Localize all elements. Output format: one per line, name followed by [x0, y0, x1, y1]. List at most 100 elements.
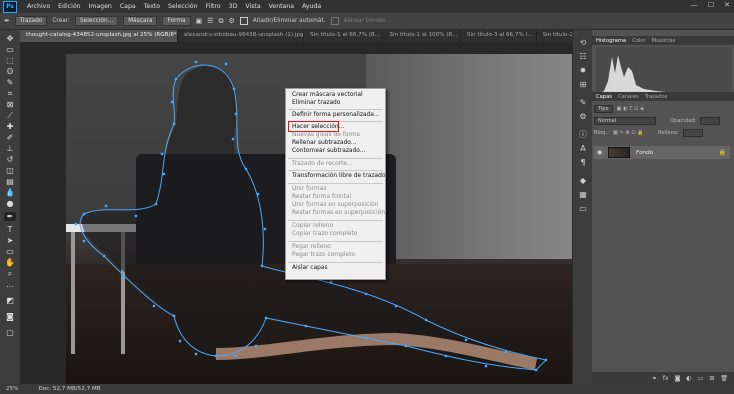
new-group-icon[interactable]: ▭: [698, 375, 704, 382]
move-tool-icon[interactable]: ✥: [4, 34, 16, 43]
gradient-tool-icon[interactable]: ▤: [4, 177, 16, 186]
menu-item-isolate-layers[interactable]: Aislar capas: [292, 265, 328, 271]
foreground-background-colors-icon[interactable]: ◩: [4, 296, 16, 305]
add-mask-icon[interactable]: ◙: [675, 375, 681, 382]
align-edges-checkbox[interactable]: [330, 17, 339, 25]
doc-tab[interactable]: alexandru-zdrobau-98438-unsplash (1).jpg: [178, 30, 305, 42]
history-brush-tool-icon[interactable]: ↺: [4, 155, 16, 164]
layer-row-background[interactable]: ◉ Fondo 🔒: [594, 146, 730, 159]
more-tools-icon[interactable]: ⋯: [4, 282, 16, 291]
document-info[interactable]: Doc: 52,7 MB/52,7 MB: [38, 386, 100, 392]
eraser-tool-icon[interactable]: ◫: [4, 166, 16, 175]
adjustment-layer-icon[interactable]: ◐: [686, 375, 691, 382]
menu-3d[interactable]: 3D: [225, 3, 242, 10]
selection-button[interactable]: Selección...: [75, 16, 119, 26]
doc-tab-active[interactable]: thought-catalog-434852-unsplash.jpg al 2…: [20, 30, 178, 42]
hand-tool-icon[interactable]: ✋: [4, 258, 16, 267]
tab-layers[interactable]: Capas: [596, 94, 612, 100]
menu-seleccion[interactable]: Selección: [164, 3, 202, 10]
path-selection-tool-icon[interactable]: ➤: [4, 236, 16, 245]
timeline-panel-icon[interactable]: ▭: [578, 204, 588, 213]
path-arrangement-icon[interactable]: ⧉: [218, 17, 223, 26]
paragraph-panel-icon[interactable]: ¶: [578, 158, 588, 167]
frame-tool-icon[interactable]: ⊠: [4, 100, 16, 109]
blur-tool-icon[interactable]: 💧: [4, 188, 16, 197]
screen-mode-icon[interactable]: ▢: [4, 328, 16, 337]
tab-swatches[interactable]: Muestras: [652, 38, 676, 44]
lock-icons[interactable]: ▦ ✎ ✥ ⊡ 🔒: [613, 130, 644, 136]
eyedropper-tool-icon[interactable]: ⟋: [4, 111, 16, 120]
settings-gear-icon[interactable]: ⚙: [228, 17, 234, 25]
brush-settings-panel-icon[interactable]: ⚙: [578, 112, 588, 121]
clone-stamp-tool-icon[interactable]: ⊥: [4, 144, 16, 153]
kind-filter-select[interactable]: Tipo: [594, 104, 613, 113]
blend-mode-select[interactable]: Normal: [594, 116, 656, 125]
mask-button[interactable]: Máscara: [123, 16, 158, 26]
shape-tool-icon[interactable]: ▭: [4, 247, 16, 256]
layer-style-icon[interactable]: fx: [663, 375, 669, 382]
menu-item-delete-path[interactable]: Eliminar trazado: [292, 100, 340, 106]
menu-item-fill-subpath[interactable]: Rellenar subtrazado...: [292, 140, 356, 146]
doc-tab[interactable]: Sin título-1 al 66,7% (R...: [304, 30, 384, 42]
menu-ayuda[interactable]: Ayuda: [298, 3, 325, 10]
close-button[interactable]: ✕: [724, 1, 730, 9]
lasso-tool-icon[interactable]: ʘ: [4, 67, 16, 76]
menu-ventana[interactable]: Ventana: [265, 3, 298, 10]
menu-item-define-custom-shape[interactable]: Definir forma personalizada...: [292, 112, 380, 118]
new-layer-icon[interactable]: ⊞: [709, 375, 714, 382]
tab-channels[interactable]: Canales: [618, 94, 639, 100]
info-panel-icon[interactable]: ⓘ: [578, 130, 588, 139]
visibility-eye-icon[interactable]: ◉: [597, 149, 602, 156]
doc-tab[interactable]: Sin título-1 al 100% (R...: [383, 30, 461, 42]
fill-field[interactable]: [682, 128, 703, 137]
path-operations-icon[interactable]: ▣: [196, 17, 203, 25]
menu-item-paste-fill: Pegar relleno: [292, 244, 331, 250]
tab-paths[interactable]: Trazados: [645, 94, 668, 100]
link-layers-icon[interactable]: ⚭: [652, 375, 657, 382]
menu-vista[interactable]: Vista: [241, 3, 264, 10]
auto-add-checkbox[interactable]: [239, 17, 248, 25]
character-panel-icon[interactable]: A: [578, 144, 588, 153]
marquee-tool-icon[interactable]: ⬚: [4, 56, 16, 65]
crop-tool-icon[interactable]: ⌗: [4, 89, 16, 98]
minimize-button[interactable]: —: [691, 1, 698, 9]
filter-icons[interactable]: ▣ ◐ T ⊡ ◈: [617, 106, 645, 112]
menu-archivo[interactable]: Archivo: [23, 3, 54, 10]
menu-filtro[interactable]: Filtro: [202, 3, 225, 10]
delete-layer-icon[interactable]: 🗑: [720, 375, 728, 382]
menu-item-create-vector-mask[interactable]: Crear máscara vectorial: [292, 92, 363, 98]
maximize-button[interactable]: ☐: [708, 1, 714, 9]
3d-panel-icon[interactable]: ◆: [578, 176, 588, 185]
quick-selection-tool-icon[interactable]: ✎: [4, 78, 16, 87]
tab-histogram[interactable]: Histograma: [596, 38, 626, 44]
doc-tab[interactable]: Sin título-3 al 66,7% (...: [461, 30, 537, 42]
menu-edicion[interactable]: Edición: [54, 3, 84, 10]
menu-item-free-transform-path[interactable]: Transformación libre de trazado: [292, 173, 385, 179]
zoom-tool-icon[interactable]: ⌕: [4, 269, 16, 278]
adjustments-panel-icon[interactable]: ✸: [578, 66, 588, 75]
menu-capa[interactable]: Capa: [116, 3, 140, 10]
tab-color[interactable]: Color: [632, 38, 646, 44]
history-panel-icon[interactable]: ⟲: [578, 38, 588, 47]
opacity-field[interactable]: [700, 116, 721, 125]
artboard-tool-icon[interactable]: ▭: [4, 45, 16, 54]
pen-tool-icon[interactable]: ✒: [4, 17, 10, 25]
glyphs-panel-icon[interactable]: ▦: [578, 190, 588, 199]
pen-tool-icon-active[interactable]: ✒: [4, 212, 16, 221]
tool-mode-select[interactable]: Trazado: [14, 16, 48, 26]
path-alignment-icon[interactable]: ☰: [207, 17, 213, 25]
properties-panel-icon[interactable]: ☷: [578, 52, 588, 61]
menu-item-make-selection[interactable]: Hacer selección...: [292, 124, 344, 130]
brushes-panel-icon[interactable]: ✎: [578, 98, 588, 107]
shape-button[interactable]: Forma: [162, 16, 191, 26]
dodge-tool-icon[interactable]: ●: [4, 199, 16, 208]
type-tool-icon[interactable]: T: [4, 225, 16, 234]
zoom-level[interactable]: 25%: [6, 386, 18, 392]
menu-item-stroke-subpath[interactable]: Contornear subtrazado...: [292, 148, 365, 154]
healing-brush-tool-icon[interactable]: ✚: [4, 122, 16, 131]
menu-imagen[interactable]: Imagen: [85, 3, 116, 10]
menu-texto[interactable]: Texto: [140, 3, 164, 10]
brush-tool-icon[interactable]: ✐: [4, 133, 16, 142]
libraries-panel-icon[interactable]: ⊞: [578, 80, 588, 89]
quick-mask-icon[interactable]: ◙: [4, 312, 16, 321]
